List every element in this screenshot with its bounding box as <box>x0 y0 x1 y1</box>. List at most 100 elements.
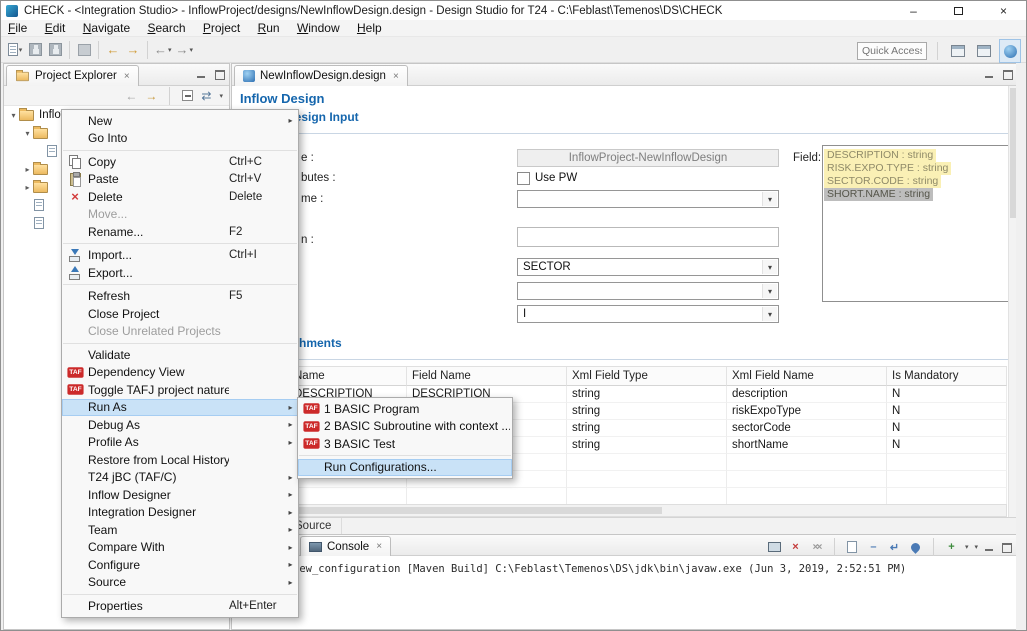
tree-collapsed-icon[interactable]: ▸ <box>22 165 33 174</box>
context-menu-item-go-into[interactable]: Go Into <box>62 130 298 148</box>
context-menu-item-close-project[interactable]: Close Project <box>62 305 298 323</box>
remove-all-terminated-button[interactable]: ×× <box>809 540 824 554</box>
menu-window[interactable]: Window <box>290 20 347 36</box>
context-menu-item-debug-as[interactable]: Debug As▸ <box>62 416 298 434</box>
maximize-view-button[interactable] <box>1001 542 1012 552</box>
context-menu-item-properties[interactable]: PropertiesAlt+Enter <box>62 597 298 615</box>
context-menu-item-compare-with[interactable]: Compare With▸ <box>62 539 298 557</box>
link-with-editor-button[interactable]: ⇄ <box>201 89 211 103</box>
maximize-view-button[interactable] <box>1002 69 1013 79</box>
context-menu-item-close-unrelated-projects[interactable]: Close Unrelated Projects <box>62 323 298 341</box>
context-menu-item-restore-from-local-history[interactable]: Restore from Local History... <box>62 451 298 469</box>
table-cell[interactable]: string <box>567 403 727 420</box>
run-configurations-item[interactable]: Run Configurations... <box>298 459 512 477</box>
context-menu-item-profile-as[interactable]: Profile As▸ <box>62 434 298 452</box>
scrollbar-thumb[interactable] <box>242 507 662 514</box>
table-cell[interactable]: N <box>887 386 1007 403</box>
context-menu-item-inflow-designer[interactable]: Inflow Designer▸ <box>62 486 298 504</box>
context-menu-item-rename[interactable]: Rename...F2 <box>62 223 298 241</box>
text-field-2[interactable] <box>517 227 779 247</box>
forward-button[interactable]: → <box>145 89 157 103</box>
sector-combo[interactable]: SECTOR▾ <box>517 258 779 276</box>
combo-arrow-icon[interactable]: ▾ <box>762 260 777 274</box>
run-as-item-basic-subroutine[interactable]: TAF2 BASIC Subroutine with context ... <box>298 418 512 436</box>
use-pw-checkbox[interactable] <box>517 172 530 185</box>
context-menu-item-dependency-view[interactable]: TAFDependency View <box>62 364 298 382</box>
last-edit-forward-button[interactable]: → <box>123 39 143 61</box>
context-menu-item-paste[interactable]: PasteCtrl+V <box>62 171 298 189</box>
table-header-xml-field-type[interactable]: Xml Field Type <box>567 367 727 386</box>
table-header-name[interactable]: Name <box>289 367 407 386</box>
integration-perspective-button[interactable] <box>1000 40 1020 62</box>
context-menu-item-configure[interactable]: Configure▸ <box>62 556 298 574</box>
context-menu-item-integration-designer[interactable]: Integration Designer▸ <box>62 504 298 522</box>
combo-field-3[interactable]: ▾ <box>517 282 779 300</box>
table-cell[interactable]: riskExpoType <box>727 403 887 420</box>
minimize-view-button[interactable] <box>984 542 995 552</box>
context-menu-item-export[interactable]: Export... <box>62 264 298 282</box>
context-menu-item-validate[interactable]: Validate <box>62 346 298 364</box>
table-cell[interactable]: N <box>887 437 1007 454</box>
menu-file[interactable]: File <box>1 20 34 36</box>
table-cell[interactable]: string <box>567 386 727 403</box>
table-cell[interactable]: string <box>567 420 727 437</box>
new-wizard-button[interactable]: ▾ <box>5 39 25 61</box>
console-view-menu-button[interactable]: ▾ <box>974 543 978 551</box>
tree-expanded-icon[interactable]: ▾ <box>22 129 33 138</box>
table-cell[interactable]: N <box>887 403 1007 420</box>
open-console-button[interactable]: + <box>944 540 959 554</box>
quick-access-input[interactable] <box>857 42 927 60</box>
table-cell[interactable]: description <box>727 386 887 403</box>
table-cell[interactable]: sectorCode <box>727 420 887 437</box>
table-cell[interactable]: string <box>567 437 727 454</box>
back-button[interactable]: ← <box>125 89 137 103</box>
combo-arrow-icon[interactable]: ▾ <box>762 284 777 298</box>
combo-arrow-icon[interactable]: ▾ <box>762 307 777 321</box>
close-button[interactable]: × <box>981 1 1026 20</box>
field-list[interactable]: DESCRIPTION : string RISK.EXPO.TYPE : st… <box>822 145 1010 302</box>
close-icon[interactable]: × <box>124 71 130 82</box>
tab-project-explorer[interactable]: Project Explorer × <box>6 65 139 86</box>
tree-collapsed-icon[interactable]: ▸ <box>22 183 33 192</box>
minimize-view-button[interactable] <box>984 69 995 79</box>
close-icon[interactable]: × <box>376 541 382 552</box>
i-combo[interactable]: I▾ <box>517 305 779 323</box>
context-menu-item-delete[interactable]: ×DeleteDelete <box>62 188 298 206</box>
open-console-menu-button[interactable]: ▾ <box>965 543 969 551</box>
last-edit-back-button[interactable]: ← <box>103 39 123 61</box>
menu-navigate[interactable]: Navigate <box>76 20 137 36</box>
display-selected-console-button[interactable] <box>767 540 782 554</box>
context-menu-item-run-as[interactable]: Run As▸ <box>62 399 298 417</box>
context-menu-item-source[interactable]: Source▸ <box>62 574 298 592</box>
menu-project[interactable]: Project <box>196 20 247 36</box>
run-as-item-basic-test[interactable]: TAF3 BASIC Test <box>298 435 512 453</box>
clear-console-button[interactable] <box>845 540 860 554</box>
table-header-is-mandatory[interactable]: Is Mandatory <box>887 367 1007 386</box>
view-menu-button[interactable]: ▾ <box>219 92 223 100</box>
menu-search[interactable]: Search <box>140 20 192 36</box>
scroll-lock-button[interactable]: – <box>866 540 881 554</box>
table-horizontal-scrollbar[interactable] <box>239 504 1007 517</box>
context-menu-item-new[interactable]: New▸ <box>62 112 298 130</box>
field-list-item-selected[interactable]: SHORT.NAME : string <box>824 188 933 201</box>
menu-run[interactable]: Run <box>251 20 287 36</box>
pin-console-button[interactable] <box>908 540 923 554</box>
close-icon[interactable]: × <box>393 71 399 82</box>
table-header-field-name[interactable]: Field Name <box>407 367 567 386</box>
minimize-button[interactable]: – <box>891 1 936 20</box>
tree-expanded-icon[interactable]: ▾ <box>8 111 19 120</box>
collapse-all-button[interactable] <box>182 90 193 101</box>
context-menu-item-copy[interactable]: CopyCtrl+C <box>62 153 298 171</box>
context-menu-item-t24-jbc[interactable]: T24 jBC (TAF/C)▸ <box>62 469 298 487</box>
table-cell[interactable]: shortName <box>727 437 887 454</box>
tab-newinflowdesign[interactable]: NewInflowDesign.design × <box>234 65 408 86</box>
table-cell[interactable]: N <box>887 420 1007 437</box>
remove-launch-button[interactable]: × <box>788 540 803 554</box>
context-menu-item-team[interactable]: Team▸ <box>62 521 298 539</box>
context-menu-item-import[interactable]: Import...Ctrl+I <box>62 247 298 265</box>
tab-console[interactable]: Console × <box>300 536 391 556</box>
table-header-xml-field-name[interactable]: Xml Field Name <box>727 367 887 386</box>
run-as-item-basic-program[interactable]: TAF1 BASIC Program <box>298 400 512 418</box>
context-menu-item-move[interactable]: Move... <box>62 206 298 224</box>
word-wrap-button[interactable]: ↵ <box>887 540 902 554</box>
